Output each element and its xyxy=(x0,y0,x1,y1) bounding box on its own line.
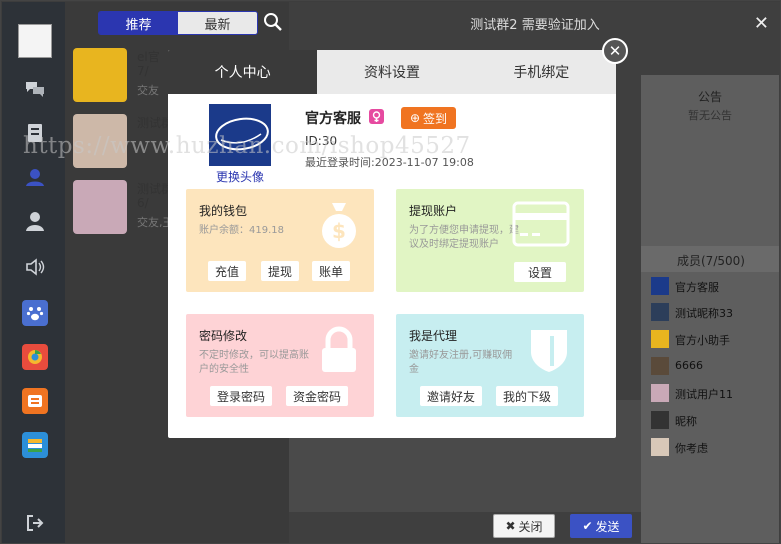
modal-close-button[interactable]: ✕ xyxy=(602,38,628,64)
chat-bubbles-icon[interactable] xyxy=(22,76,48,102)
tab-profile-settings[interactable]: 资料设置 xyxy=(317,50,466,94)
avatar xyxy=(651,411,669,429)
withdraw-title: 提现账户 xyxy=(409,204,458,218)
wallet-title: 我的钱包 xyxy=(199,204,248,218)
chat-header: 测试群2 需要验证加入 ✕ xyxy=(289,2,780,44)
checkin-label: 签到 xyxy=(423,111,448,126)
session-count: 6/ xyxy=(137,196,149,210)
username: 官方客服 xyxy=(305,111,361,127)
withdraw-desc: 为了方便您申请提现，建议及时绑定提现账户 xyxy=(409,225,519,250)
x-icon: ✖ xyxy=(505,519,516,533)
agent-card: 我是代理 邀请好友注册,可赚取佣金 邀请好友 我的下级 xyxy=(396,314,584,417)
close-button[interactable]: ✖ 关闭 xyxy=(493,514,555,538)
member-name: 你考虑 xyxy=(675,442,708,455)
avatar xyxy=(651,384,669,402)
taobao-icon[interactable] xyxy=(22,388,48,414)
check-icon: ✔ xyxy=(582,519,593,533)
watermark-text: https://www.huzhan.com/ishop45527 xyxy=(23,133,471,159)
change-avatar-link[interactable]: 更换头像 xyxy=(209,168,271,185)
shield-icon xyxy=(528,326,570,378)
avatar xyxy=(651,277,669,295)
notice-title: 公告 xyxy=(697,90,722,104)
password-desc: 不定时修改，可以提高账户的安全性 xyxy=(199,350,309,375)
member-name: 昵称 xyxy=(675,415,697,428)
tab-recommend[interactable]: 推荐 xyxy=(99,12,178,34)
member-name: 测试用户11 xyxy=(675,388,733,401)
wallet-card: 我的钱包 账户余额：419.18 $ 充值 提现 账单 xyxy=(186,189,374,292)
app-store-icon[interactable] xyxy=(22,432,48,458)
member-item[interactable]: 官方小助手 xyxy=(649,329,779,351)
svg-text:$: $ xyxy=(332,219,346,243)
close-label: 关闭 xyxy=(518,519,543,534)
member-item[interactable]: 昵称 xyxy=(649,410,779,432)
card-icon xyxy=(512,201,570,251)
tab-phone-binding[interactable]: 手机绑定 xyxy=(467,50,616,94)
avatar xyxy=(651,357,669,375)
bill-button[interactable]: 账单 xyxy=(312,261,350,281)
chat-title: 测试群2 需要验证加入 xyxy=(470,17,600,33)
member-item[interactable]: 官方客服 xyxy=(649,276,779,298)
member-name: 6666 xyxy=(675,359,703,372)
member-item[interactable]: 6666 xyxy=(649,356,779,378)
member-item[interactable]: 你考虑 xyxy=(649,437,779,459)
avatar xyxy=(651,438,669,456)
member-name: 官方客服 xyxy=(675,281,719,294)
lock-icon xyxy=(318,326,360,378)
agent-title: 我是代理 xyxy=(409,329,458,343)
search-icon[interactable] xyxy=(263,12,283,32)
setup-button[interactable]: 设置 xyxy=(514,262,566,282)
avatar xyxy=(651,303,669,321)
session-tags: 交友 xyxy=(137,84,159,97)
avatar xyxy=(73,48,127,102)
withdraw-button[interactable]: 提现 xyxy=(261,261,299,281)
withdraw-account-card: 提现账户 为了方便您申请提现，建议及时绑定提现账户 设置 xyxy=(396,189,584,292)
password-card: 密码修改 不定时修改，可以提高账户的安全性 登录密码 资金密码 xyxy=(186,314,374,417)
app-logo-icon xyxy=(18,24,52,58)
agent-desc: 邀请好友注册,可赚取佣金 xyxy=(409,350,513,375)
personal-center-modal: 个人中心 资料设置 手机绑定 更换头像 官方客服 ⊕ 签到 ID:30 最近登录时… xyxy=(168,50,616,438)
send-button[interactable]: ✔ 发送 xyxy=(570,514,632,538)
close-icon[interactable]: ✕ xyxy=(754,13,769,34)
checkin-button[interactable]: ⊕ 签到 xyxy=(401,107,456,129)
group-icon[interactable] xyxy=(22,164,48,190)
plus-circle-icon: ⊕ xyxy=(409,111,421,125)
members-title: 成员(7/500) xyxy=(641,246,779,272)
baidu-paw-icon[interactable] xyxy=(22,300,48,326)
session-count: 7/ xyxy=(137,64,149,78)
member-name: 官方小助手 xyxy=(675,334,730,347)
invite-friends-button[interactable]: 邀请好友 xyxy=(420,386,482,406)
modal-tabs: 个人中心 资料设置 手机绑定 xyxy=(168,50,616,94)
left-icon-bar xyxy=(2,2,65,543)
send-label: 发送 xyxy=(595,519,620,534)
session-name: el官 xyxy=(137,50,160,64)
avatar xyxy=(651,330,669,348)
member-name: 测试昵称33 xyxy=(675,307,733,320)
tab-latest[interactable]: 最新 xyxy=(178,12,257,34)
speaker-icon[interactable] xyxy=(22,254,48,280)
my-subordinates-button[interactable]: 我的下级 xyxy=(496,386,558,406)
app-window: 推荐 最新 el官 7/ 交友 测试群 测试群 6/ 交友,王 测试群2 需要验… xyxy=(0,0,781,544)
wallet-balance: 账户余额：419.18 xyxy=(199,225,284,236)
list-tabs: 推荐 最新 xyxy=(98,11,258,35)
member-item[interactable]: 测试昵称33 xyxy=(649,302,779,324)
avatar xyxy=(73,180,127,234)
close-icon: ✕ xyxy=(608,42,622,60)
user-icon[interactable] xyxy=(22,208,48,234)
password-title: 密码修改 xyxy=(199,329,248,343)
login-password-button[interactable]: 登录密码 xyxy=(210,386,272,406)
logout-icon[interactable] xyxy=(22,510,48,536)
fund-password-button[interactable]: 资金密码 xyxy=(286,386,348,406)
recharge-button[interactable]: 充值 xyxy=(208,261,246,281)
browser-icon[interactable] xyxy=(22,344,48,370)
tab-personal-center[interactable]: 个人中心 xyxy=(168,50,318,94)
notice-text: 暂无公告 xyxy=(688,109,732,122)
money-bag-icon: $ xyxy=(318,201,360,253)
female-icon xyxy=(369,109,384,124)
member-item[interactable]: 测试用户11 xyxy=(649,383,779,405)
